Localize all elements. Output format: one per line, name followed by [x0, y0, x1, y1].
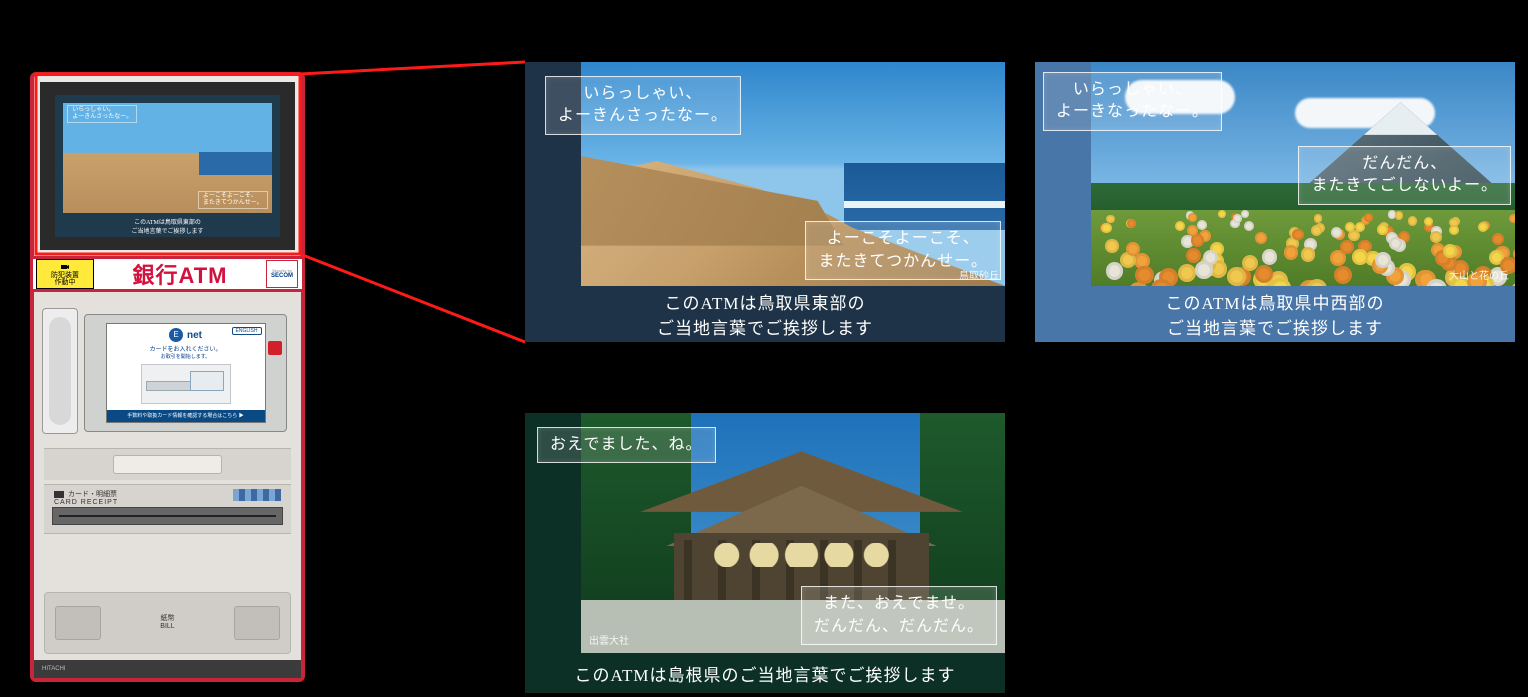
panel3-greeting-2: また、おえでませ。だんだん、だんだん。 — [801, 586, 997, 645]
screen-bezel: ENGLISH Enet カードをお入れください。 お取引を開始します。 手数料… — [84, 314, 287, 432]
panel2-photo-label: 大山と花の丘 — [1449, 267, 1509, 282]
card-slot[interactable] — [52, 507, 283, 525]
vendor-label: HITACHI — [42, 666, 66, 672]
atm-unit: いらっしゃい。よーきんさったなー。 よーこそよーこそ、またきてつかんせー。 この… — [30, 72, 305, 682]
lcd-illustration — [141, 364, 231, 404]
atm-touchscreen[interactable]: ENGLISH Enet カードをお入れください。 お取引を開始します。 手数料… — [106, 323, 266, 423]
atm-signage-content: いらっしゃい。よーきんさったなー。 よーこそよーこそ、またきてつかんせー。 この… — [55, 95, 279, 238]
atm-base: HITACHI — [34, 660, 301, 678]
mini-caption: このATMは鳥取県東部のご当地言葉でご挨拶します — [55, 217, 279, 235]
panel1-greeting-2: よーこそよーこそ、またきてつかんせー。 — [805, 221, 1001, 280]
coin-slot[interactable] — [234, 606, 280, 640]
bill-slot[interactable] — [55, 606, 101, 640]
card-brand-strip — [233, 489, 281, 501]
card-receipt-area: カード・明細票 CARD RECEIPT — [44, 484, 291, 534]
atm-signage-frame: いらっしゃい。よーきんさったなー。 よーこそよーこそ、またきてつかんせー。 この… — [30, 72, 305, 256]
panel3-caption: このATMは島根県のご当地言葉でご挨拶します — [525, 653, 1005, 693]
mini-greeting-2: よーこそよーこそ、またきてつかんせー。 — [198, 191, 268, 209]
emergency-button[interactable] — [268, 341, 282, 355]
cash-door[interactable] — [44, 448, 291, 480]
panel1-greeting-1: いらっしゃい、よーきんさったなー。 — [545, 76, 741, 135]
lcd-footer-button[interactable]: 手数料や取扱カード情報を確認する場合はこちら ▶ — [107, 410, 265, 422]
mini-greeting-1: いらっしゃい。よーきんさったなー。 — [67, 105, 137, 123]
signage-panel-shimane: 出雲大社 おえでました、ね。 また、おえでませ。だんだん、だんだん。 このATM… — [525, 413, 1005, 693]
panel3-greeting-1: おえでました、ね。 — [537, 427, 716, 463]
card-icon — [54, 491, 64, 498]
panel3-photo-label: 出雲大社 — [589, 632, 629, 647]
signage-panel-tottori-midwest: 大山と花の丘 いらっしゃい、よーきなったなー。 だんだん、またきてごしないよー。… — [1035, 62, 1515, 342]
atm-signage-screen: いらっしゃい。よーきんさったなー。 よーこそよーこそ、またきてつかんせー。 この… — [40, 82, 295, 250]
signage-panel-tottori-east: 鳥取砂丘 いらっしゃい、よーきんさったなー。 よーこそよーこそ、またきてつかんせ… — [525, 62, 1005, 342]
secom-badge: Security by SECOM — [266, 260, 298, 288]
security-sticker: 防犯装置 作動中 — [36, 259, 94, 289]
handset[interactable] — [42, 308, 78, 434]
card-receipt-label: カード・明細票 CARD RECEIPT — [54, 489, 118, 506]
atm-body: ENGLISH Enet カードをお入れください。 お取引を開始します。 手数料… — [30, 292, 305, 682]
bill-tray: 紙幣BILL — [44, 592, 291, 654]
panel2-greeting-1: いらっしゃい、よーきなったなー。 — [1043, 72, 1222, 131]
lcd-message: カードをお入れください。 お取引を開始します。 — [111, 344, 261, 360]
bill-label: 紙幣BILL — [160, 615, 174, 630]
panel2-greeting-2: だんだん、またきてごしないよー。 — [1298, 146, 1511, 205]
panel1-caption: このATMは鳥取県東部の ご当地言葉でご挨拶します — [525, 286, 1005, 342]
atm-sign-title: 銀行ATM — [94, 258, 266, 290]
panel2-caption: このATMは鳥取県中西部の ご当地言葉でご挨拶します — [1035, 286, 1515, 342]
english-button[interactable]: ENGLISH — [232, 327, 262, 335]
atm-sign-bar: 防犯装置 作動中 銀行ATM Security by SECOM — [30, 256, 305, 292]
